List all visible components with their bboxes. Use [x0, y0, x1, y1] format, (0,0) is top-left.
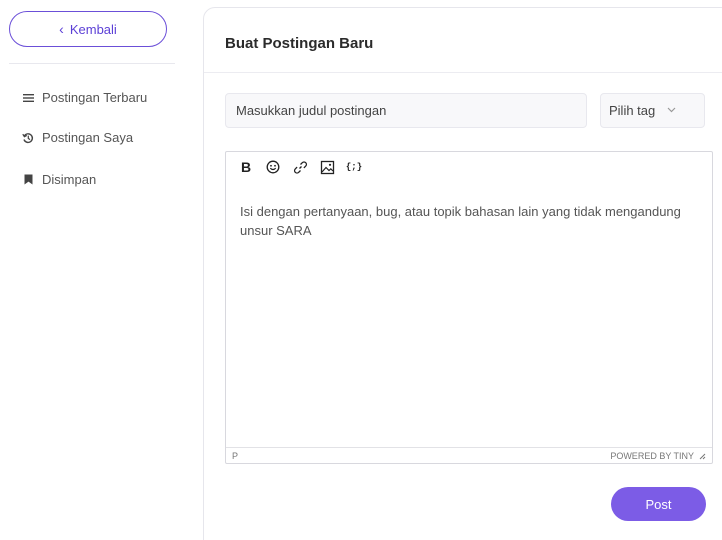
card-divider [204, 72, 722, 73]
sidebar-item-postingan-saya[interactable]: Postingan Saya [22, 130, 133, 145]
chevron-down-icon [667, 105, 676, 116]
image-button[interactable] [319, 159, 335, 175]
rich-text-editor: B {;} Isi dengan pertanyaan, bug, atau t… [225, 151, 713, 464]
sidebar-item-label: Disimpan [42, 172, 97, 187]
link-icon [293, 160, 307, 174]
editor-content-placeholder[interactable]: Isi dengan pertanyaan, bug, atau topik b… [240, 202, 700, 240]
sidebar-item-disimpan[interactable]: Disimpan [22, 172, 96, 187]
bookmark-icon [22, 174, 34, 186]
tag-select-value: Pilih tag [609, 103, 656, 118]
page-title: Buat Postingan Baru [225, 35, 374, 52]
resize-handle-icon[interactable] [698, 452, 706, 460]
bold-button[interactable]: B [238, 159, 254, 175]
powered-by-tiny-link[interactable]: POWERED BY TINY [610, 451, 694, 461]
post-button[interactable]: Post [611, 487, 706, 521]
emoji-button[interactable] [265, 159, 281, 175]
editor-statusbar: P POWERED BY TINY [226, 447, 712, 463]
back-button[interactable]: ‹ Kembali [9, 11, 167, 47]
chevron-left-icon: ‹ [59, 21, 64, 37]
create-post-card: Buat Postingan Baru Pilih tag B {;} Isi … [203, 7, 722, 540]
editor-toolbar: B {;} [226, 152, 712, 182]
tag-select[interactable]: Pilih tag [600, 93, 705, 128]
image-icon [320, 160, 334, 174]
sidebar-divider [9, 63, 175, 64]
post-title-input[interactable] [225, 93, 587, 128]
back-button-label: Kembali [69, 21, 117, 37]
history-icon [22, 132, 34, 144]
sidebar-item-label: Postingan Saya [42, 130, 134, 145]
menu-icon [22, 92, 34, 104]
code-sample-button[interactable]: {;} [346, 159, 362, 175]
link-button[interactable] [292, 159, 308, 175]
sidebar-item-postingan-terbaru[interactable]: Postingan Terbaru [22, 90, 147, 105]
sidebar-item-label: Postingan Terbaru [42, 90, 148, 105]
emoji-icon [266, 160, 280, 174]
element-path: P [232, 450, 239, 461]
